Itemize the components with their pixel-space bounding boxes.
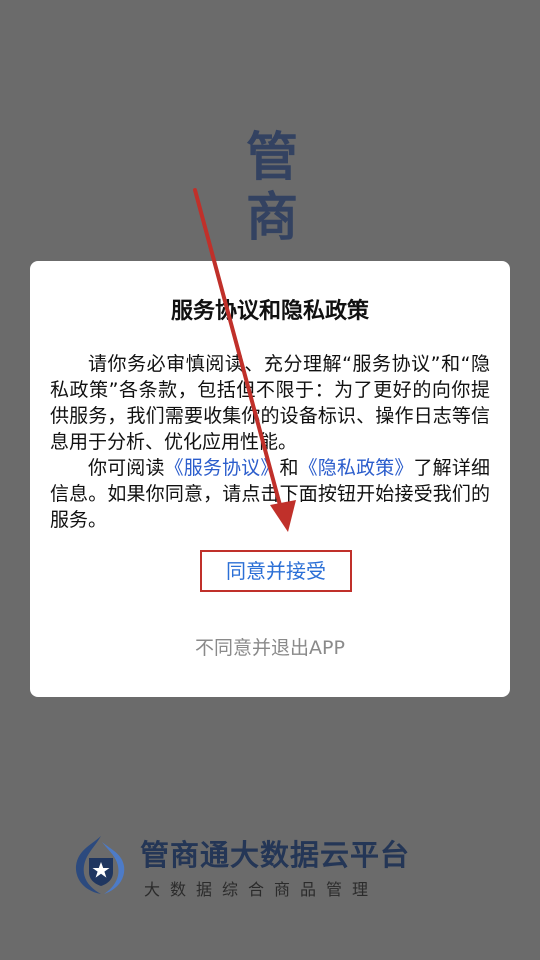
paragraph-text: 和 xyxy=(279,457,299,479)
splash-title-char: 商 xyxy=(245,187,298,248)
splash-title-char: 管 xyxy=(245,127,298,188)
dialog-title: 服务协议和隐私政策 xyxy=(170,299,369,324)
brand-footer: 管商通大数据云平台 大数据综合商品管理 xyxy=(72,828,472,900)
dialog-paragraph: 请你务必审慎阅读、充分理解“服务协议”和“隐私政策”各条款，包括但不限于：为了更… xyxy=(50,353,490,453)
decline-exit-button[interactable]: 不同意并退出APP xyxy=(30,633,510,660)
paragraph-text: 你可阅读 xyxy=(88,457,165,479)
service-agreement-link[interactable]: 《服务协议》 xyxy=(165,457,280,479)
shield-logo-icon xyxy=(75,836,125,894)
brand-name: 管商通大数据云平台 xyxy=(140,838,411,872)
brand-subtitle: 大数据综合商品管理 xyxy=(144,880,379,899)
dialog-body: 请你务必审慎阅读、充分理解“服务协议”和“隐私政策”各条款，包括但不限于：为了更… xyxy=(50,351,490,533)
dialog-paragraph: 你可阅读《服务协议》和《隐私政策》了解详细信息。如果你同意，请点击下面按钮开始接… xyxy=(50,455,490,533)
privacy-policy-link[interactable]: 《隐私政策》 xyxy=(299,457,414,479)
splash-title: 管 商 xyxy=(244,128,300,248)
privacy-dialog: 服务协议和隐私政策 请你务必审慎阅读、充分理解“服务协议”和“隐私政策”各条款，… xyxy=(30,261,510,697)
agree-button[interactable]: 同意并接受 xyxy=(200,550,352,592)
